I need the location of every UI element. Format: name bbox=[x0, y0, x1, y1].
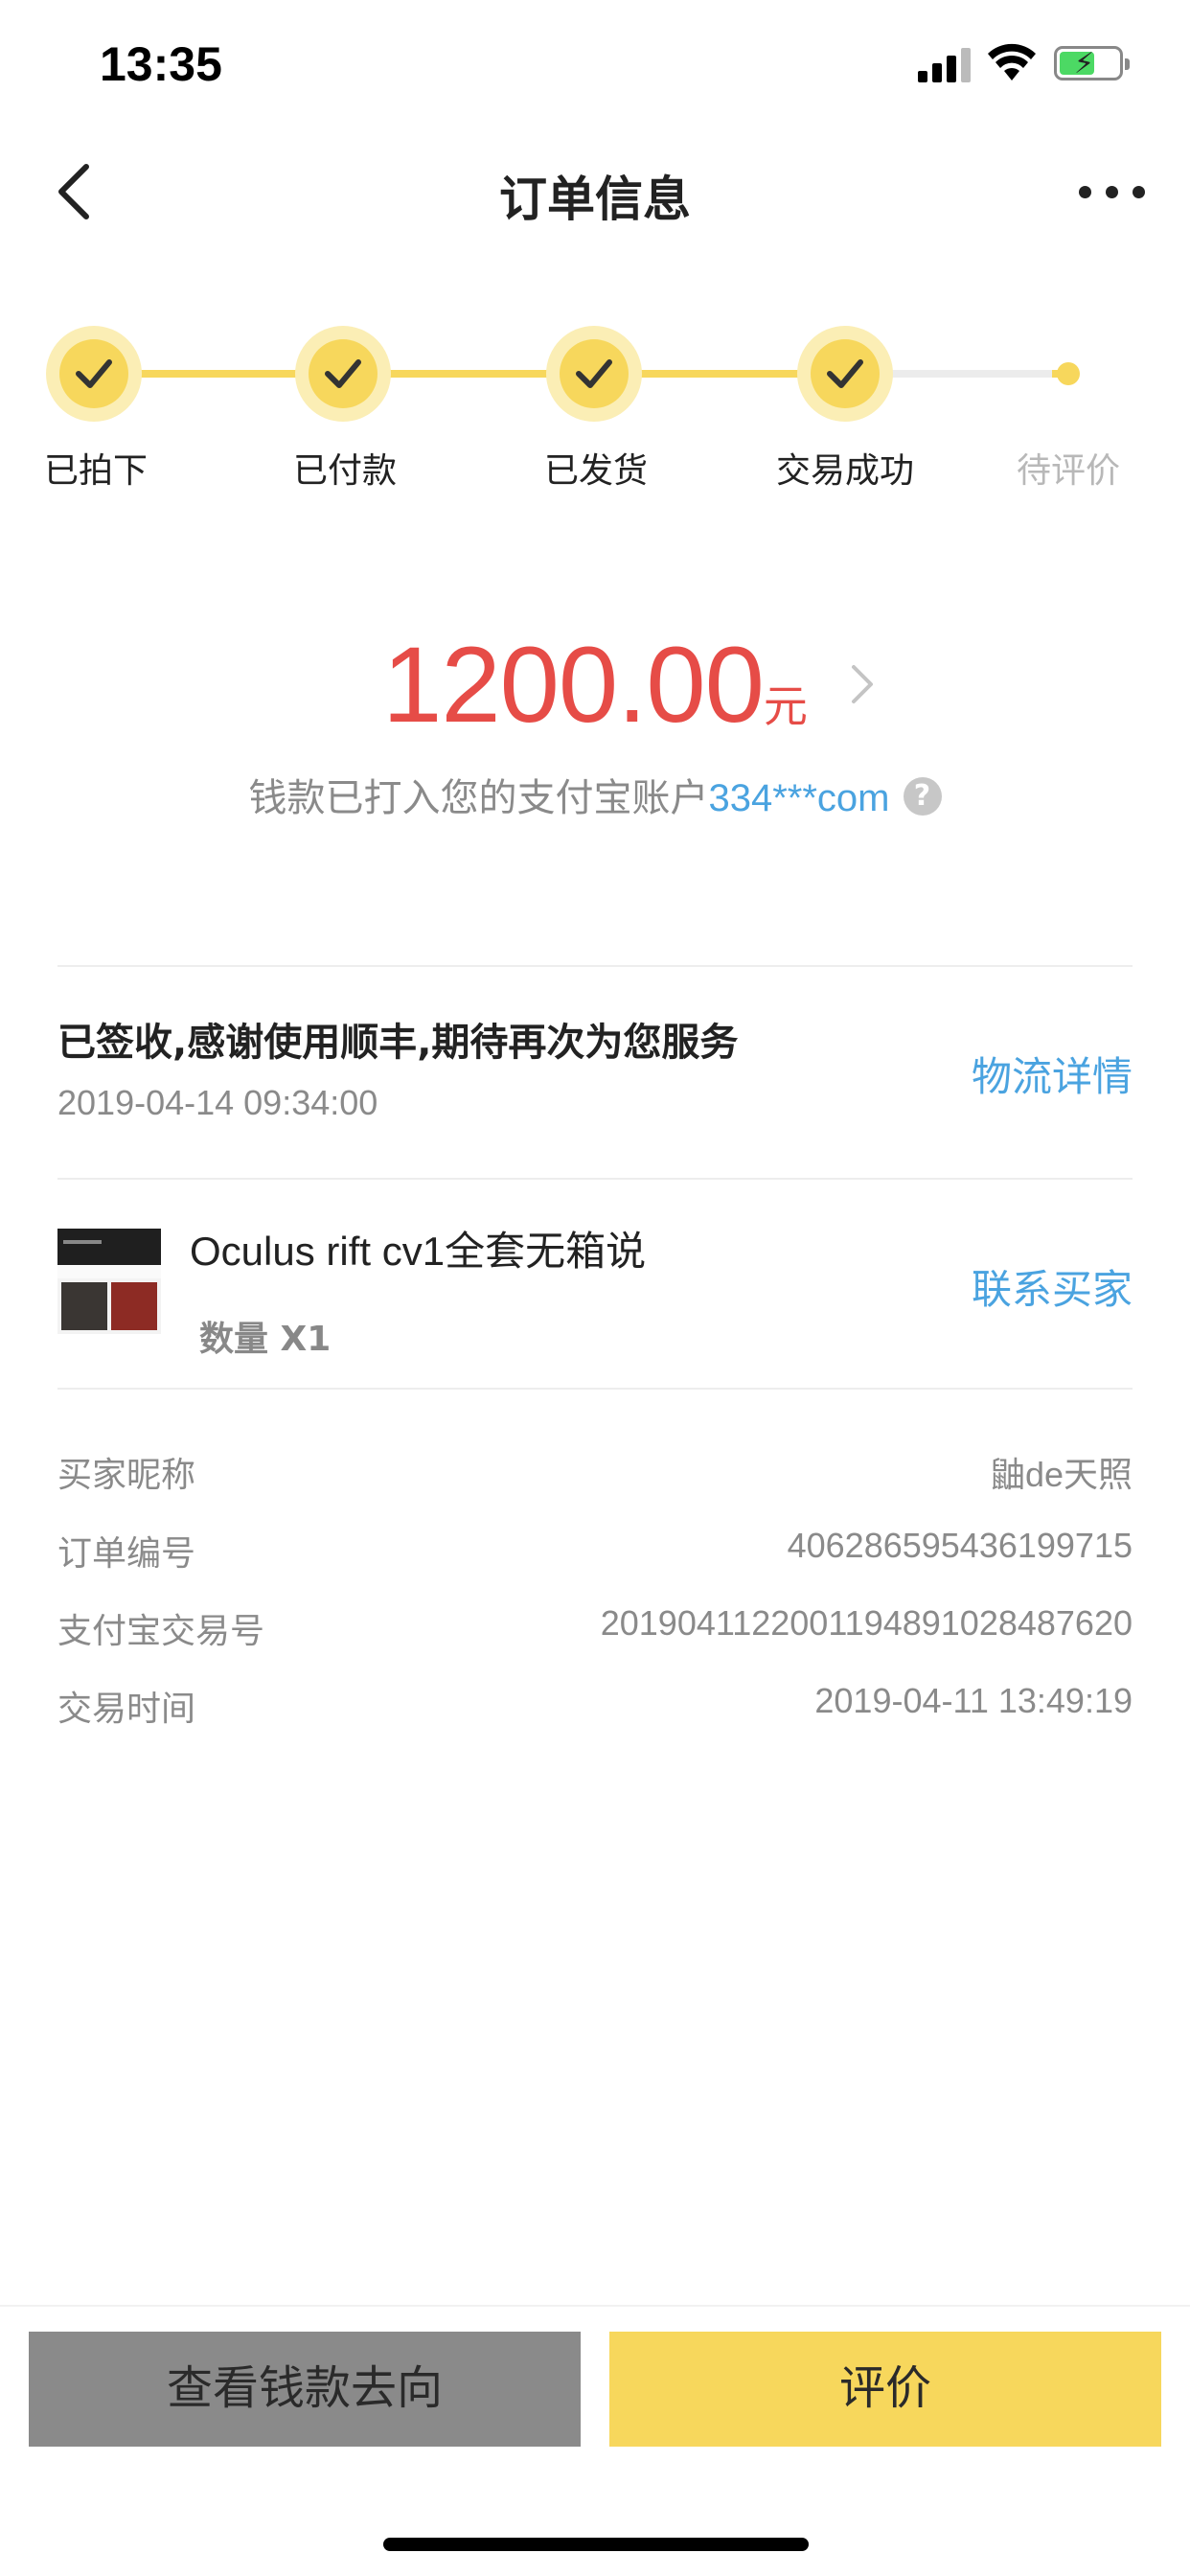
info-key: 买家昵称 bbox=[57, 1456, 196, 1495]
divider bbox=[57, 965, 1133, 967]
step-check-icon bbox=[797, 326, 893, 422]
progress-track-pending bbox=[889, 370, 1052, 378]
wifi-icon bbox=[988, 43, 1036, 80]
info-value: 2019-04-11 13:49:19 bbox=[814, 1681, 1133, 1720]
step-label: 交易成功 bbox=[776, 451, 915, 491]
deposit-info: 钱款已打入您的支付宝账户334***com? bbox=[0, 767, 1190, 822]
logistics-details-link[interactable]: 物流详情 bbox=[972, 1045, 1133, 1103]
order-info-page: 13:35 ⚡ 订单信息 已拍下 已付款 已发货 交易成功 待评价 1200.0… bbox=[0, 0, 1190, 2576]
step-label: 已发货 bbox=[544, 451, 649, 491]
info-key: 交易时间 bbox=[57, 1690, 196, 1729]
chevron-right-icon[interactable] bbox=[848, 661, 877, 707]
info-row-buyer: 买家昵称 鼬de天照 bbox=[57, 1447, 1133, 1495]
divider bbox=[57, 1388, 1133, 1390]
step-check-icon bbox=[46, 326, 142, 422]
help-icon[interactable]: ? bbox=[903, 777, 942, 816]
status-bar: 13:35 ⚡ bbox=[0, 0, 1190, 125]
info-row-order-number: 订单编号 406286595436199715 bbox=[57, 1526, 1133, 1574]
deposit-text: 钱款已打入您的支付宝账户 bbox=[248, 776, 709, 820]
amount-section[interactable]: 1200.00元 bbox=[0, 623, 1190, 747]
more-options-icon[interactable] bbox=[1079, 182, 1146, 201]
step-check-icon bbox=[546, 326, 642, 422]
battery-icon: ⚡ bbox=[1054, 46, 1130, 80]
amount-display: 1200.00元 bbox=[382, 623, 808, 747]
cellular-signal-icon bbox=[918, 48, 972, 82]
order-progress: 已拍下 已付款 已发货 交易成功 待评价 bbox=[0, 316, 1190, 508]
step-check-icon bbox=[295, 326, 391, 422]
amount-unit: 元 bbox=[763, 680, 808, 732]
info-value: 鼬de天照 bbox=[990, 1455, 1133, 1494]
step-label: 待评价 bbox=[1017, 451, 1121, 491]
info-value: 406286595436199715 bbox=[787, 1526, 1133, 1565]
view-funds-button[interactable]: 查看钱款去向 bbox=[29, 2332, 581, 2447]
step-label: 已付款 bbox=[293, 451, 398, 491]
info-row-alipay-trade-number: 支付宝交易号 2019041122001194891028487620 bbox=[57, 1603, 1133, 1651]
product-thumbnail[interactable] bbox=[57, 1229, 161, 1334]
info-value: 2019041122001194891028487620 bbox=[600, 1603, 1133, 1643]
step-pending-dot bbox=[1057, 362, 1080, 385]
review-button[interactable]: 评价 bbox=[609, 2332, 1161, 2447]
home-indicator bbox=[383, 2538, 809, 2551]
product-quantity: 数量 X1 bbox=[199, 1320, 332, 1359]
info-key: 支付宝交易号 bbox=[57, 1612, 265, 1651]
nav-bar: 订单信息 bbox=[0, 144, 1190, 240]
contact-buyer-link[interactable]: 联系买家 bbox=[972, 1257, 1133, 1316]
info-key: 订单编号 bbox=[57, 1534, 196, 1574]
amount-value: 1200.00 bbox=[382, 625, 765, 745]
divider bbox=[57, 1178, 1133, 1180]
info-row-trade-time: 交易时间 2019-04-11 13:49:19 bbox=[57, 1681, 1133, 1729]
step-label: 已拍下 bbox=[44, 451, 149, 491]
logistics-time: 2019-04-14 09:34:00 bbox=[57, 1083, 378, 1122]
status-time: 13:35 bbox=[100, 37, 222, 91]
alipay-account[interactable]: 334***com bbox=[708, 777, 889, 819]
page-title: 订单信息 bbox=[499, 172, 691, 227]
product-title[interactable]: Oculus rift cv1全套无箱说 bbox=[190, 1219, 646, 1277]
logistics-status: 已签收,感谢使用顺丰,期待再次为您服务 bbox=[57, 1021, 739, 1065]
